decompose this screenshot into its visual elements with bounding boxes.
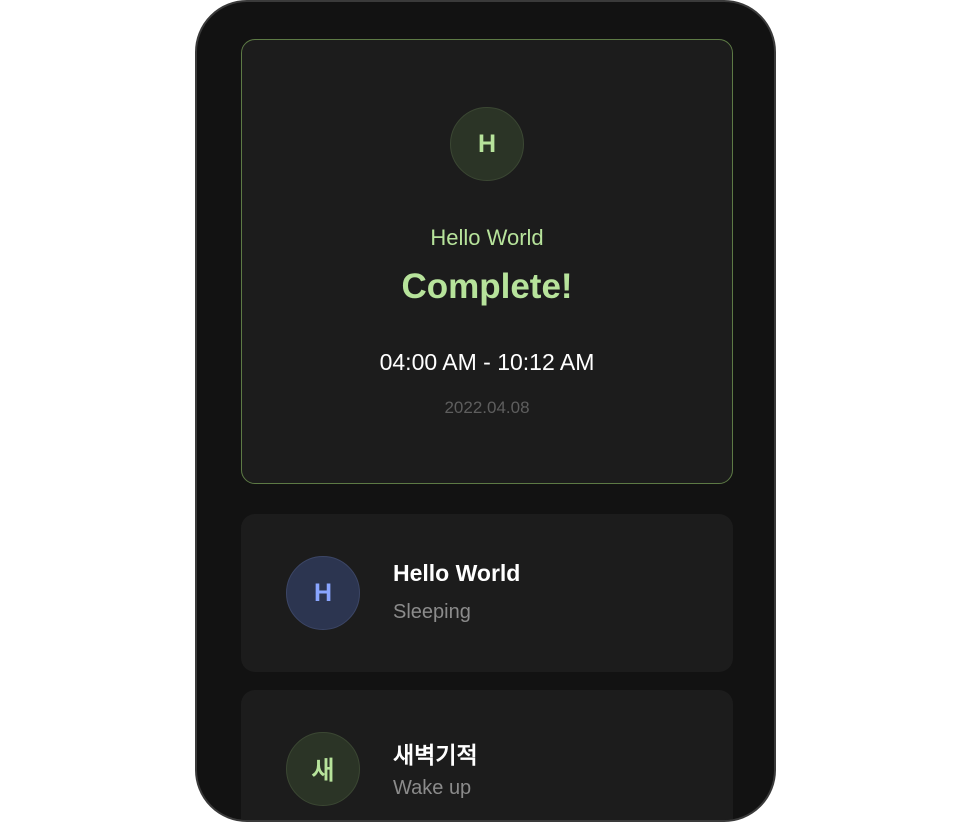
list-item-status: Wake up xyxy=(393,777,472,799)
avatar-initial: 새 xyxy=(311,757,335,785)
list-item-status: Sleeping xyxy=(393,601,471,623)
list-item[interactable]: H Hello World Sleeping xyxy=(241,514,733,672)
list-item[interactable]: 새 새벽기적 Wake up xyxy=(241,690,733,820)
phone-frame: H Hello World Complete! 04:00 AM - 10:12… xyxy=(195,0,776,822)
completion-card[interactable]: H Hello World Complete! 04:00 AM - 10:12… xyxy=(241,39,733,484)
avatar-initial: H xyxy=(313,578,333,607)
avatar: H xyxy=(286,556,360,630)
user-name: Hello World xyxy=(430,225,544,250)
avatar-initial: H xyxy=(477,129,497,158)
avatar: 새 xyxy=(286,732,360,806)
list-item-title: 새벽기적 xyxy=(393,742,478,768)
avatar: H xyxy=(450,107,524,181)
list-item-title: Hello World xyxy=(393,560,521,586)
date-label: 2022.04.08 xyxy=(444,398,530,417)
status-title: Complete! xyxy=(401,267,573,306)
time-range: 04:00 AM - 10:12 AM xyxy=(379,349,595,375)
